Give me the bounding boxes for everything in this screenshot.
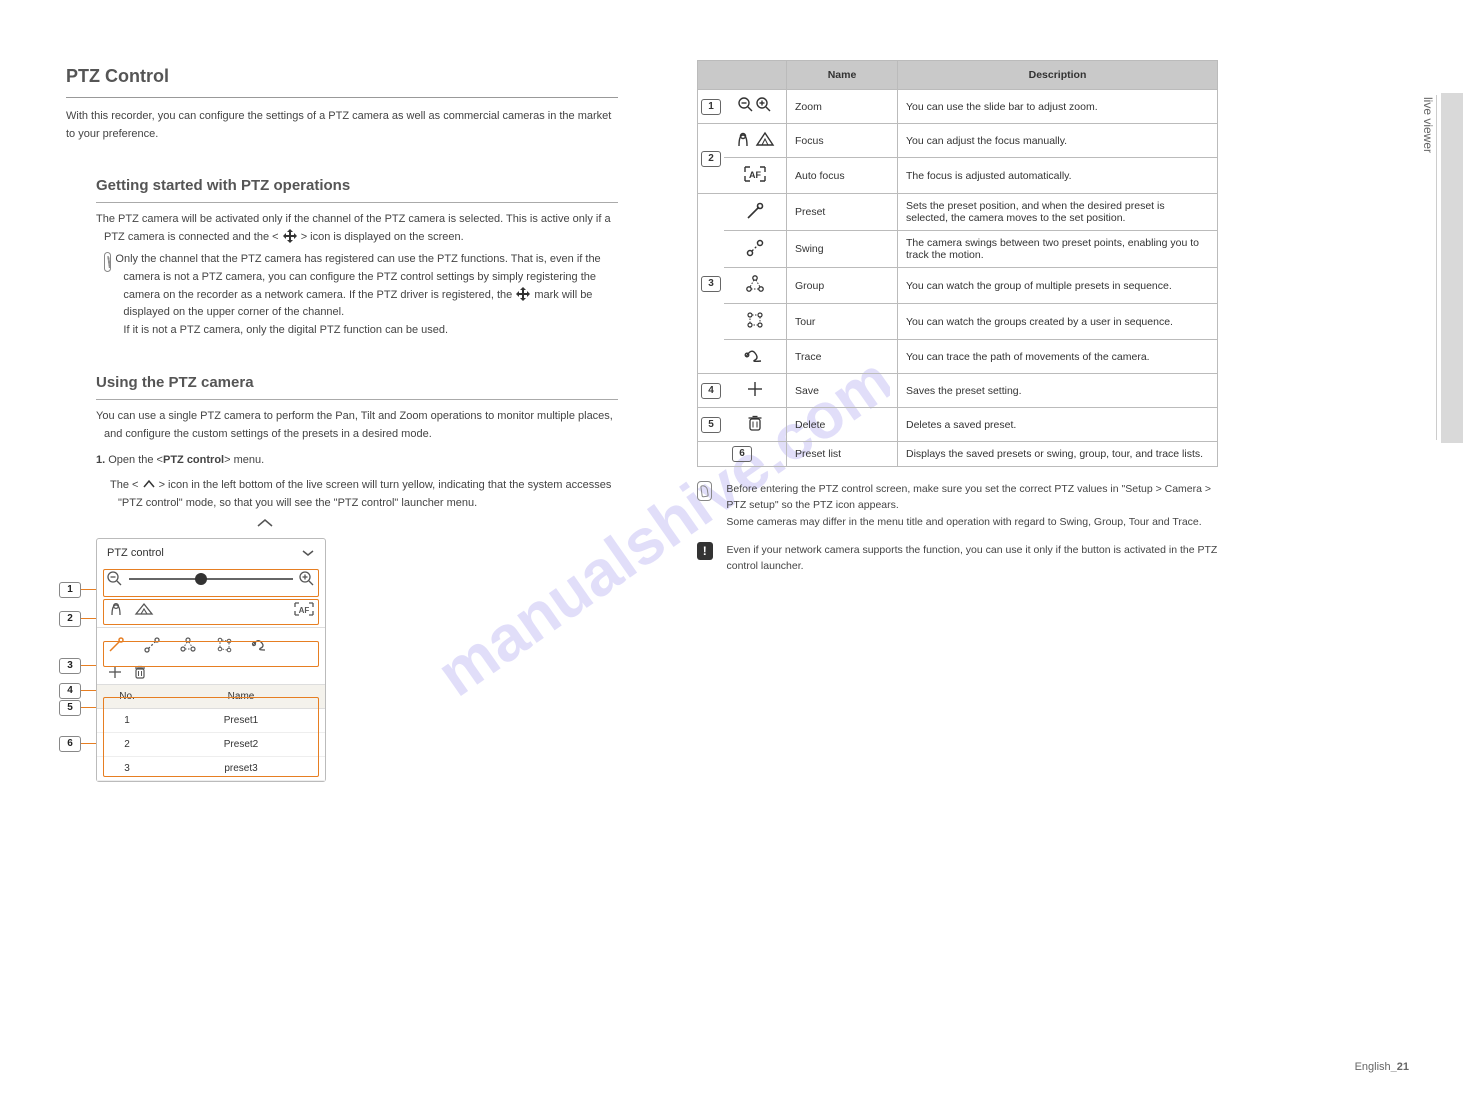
- step-1-detail: The < > icon in the left bottom of the l…: [110, 477, 618, 512]
- th-name: Name: [787, 61, 898, 90]
- right-column: NameDescription 1 Zoom You can use the s…: [697, 60, 1218, 574]
- table-row: Tour You can watch the groups created by…: [698, 304, 1218, 340]
- ptz-panel-figure: 1 2 3 4 5 6 PTZ control: [96, 518, 618, 782]
- ptz-control-panel: PTZ control AF: [96, 538, 326, 782]
- table-row: 3 Preset Sets the preset position, and w…: [698, 194, 1218, 231]
- right-note-1: Before entering the PTZ control screen, …: [697, 481, 1218, 530]
- function-table: NameDescription 1 Zoom You can use the s…: [697, 60, 1218, 467]
- warning-icon: !: [697, 542, 713, 560]
- section-tab: live viewer: [1441, 93, 1463, 443]
- af-icon: AF: [742, 164, 768, 184]
- table-row: Trace You can trace the path of movement…: [698, 340, 1218, 374]
- note-icon: [697, 481, 712, 501]
- chevron-down-icon[interactable]: [301, 549, 315, 557]
- heading-using-ptz: Using the PTZ camera: [96, 358, 618, 400]
- section-tab-label: live viewer: [1421, 97, 1435, 153]
- note-text-2: If it is not a PTZ camera, only the digi…: [123, 324, 448, 336]
- table-row: 4 Save Saves the preset setting.: [698, 374, 1218, 408]
- expand-chevron-up-icon: [256, 518, 274, 528]
- tour-icon: [745, 310, 765, 330]
- using-ptz-text: You can use a single PTZ camera to perfo…: [96, 408, 618, 443]
- heading-getting-started: Getting started with PTZ operations: [96, 161, 618, 203]
- move-icon: [517, 288, 529, 300]
- callout-5: 5: [59, 700, 81, 716]
- th-desc: Description: [898, 61, 1218, 90]
- table-row: 5 Delete Deletes a saved preset.: [698, 408, 1218, 442]
- table-row: Swing The camera swings between two pres…: [698, 231, 1218, 268]
- zoom-slider[interactable]: [129, 578, 293, 580]
- heading-ptz-control: PTZ Control: [66, 60, 618, 98]
- move-icon: [284, 230, 296, 242]
- getting-started-text: The PTZ camera will be activated only if…: [96, 211, 618, 246]
- intro-paragraph: With this recorder, you can configure th…: [66, 108, 618, 143]
- note-icon: [104, 252, 111, 272]
- step-1: 1. Open the <PTZ control> menu.: [96, 452, 618, 470]
- note-text: Only the channel that the PTZ camera has…: [115, 253, 600, 318]
- manual-page: manualshive.com live viewer English_21 P…: [0, 0, 1463, 1093]
- table-row: 6 Preset list Displays the saved presets…: [698, 442, 1218, 467]
- table-row: 2 Focus You can adjust the focus manuall…: [698, 124, 1218, 158]
- table-row: AF Auto focus The focus is adjusted auto…: [698, 158, 1218, 194]
- swing-icon: [745, 238, 765, 258]
- chevron-up-icon: [142, 479, 156, 489]
- callout-4: 4: [59, 683, 81, 699]
- zoom-icons: [737, 96, 773, 114]
- trash-icon: [747, 414, 763, 432]
- svg-text:AF: AF: [749, 170, 761, 180]
- group-icon: [745, 274, 765, 294]
- ptz-panel-title: PTZ control: [107, 547, 164, 559]
- left-column: PTZ Control With this recorder, you can …: [66, 60, 618, 782]
- right-warning: ! Even if your network camera supports t…: [697, 542, 1218, 575]
- note-block: Only the channel that the PTZ camera has…: [96, 252, 618, 340]
- callout-6: 6: [59, 736, 81, 752]
- callout-1: 1: [59, 582, 81, 598]
- trace-icon: [744, 346, 766, 364]
- focus-icons: [735, 130, 775, 148]
- page-footer: English_21: [1355, 1061, 1409, 1073]
- table-row: Group You can watch the group of multipl…: [698, 268, 1218, 304]
- side-divider: [1436, 95, 1437, 440]
- preset-icon: [745, 201, 765, 221]
- plus-icon: [746, 380, 764, 398]
- callout-3: 3: [59, 658, 81, 674]
- table-row: 1 Zoom You can use the slide bar to adju…: [698, 90, 1218, 124]
- callout-2: 2: [59, 611, 81, 627]
